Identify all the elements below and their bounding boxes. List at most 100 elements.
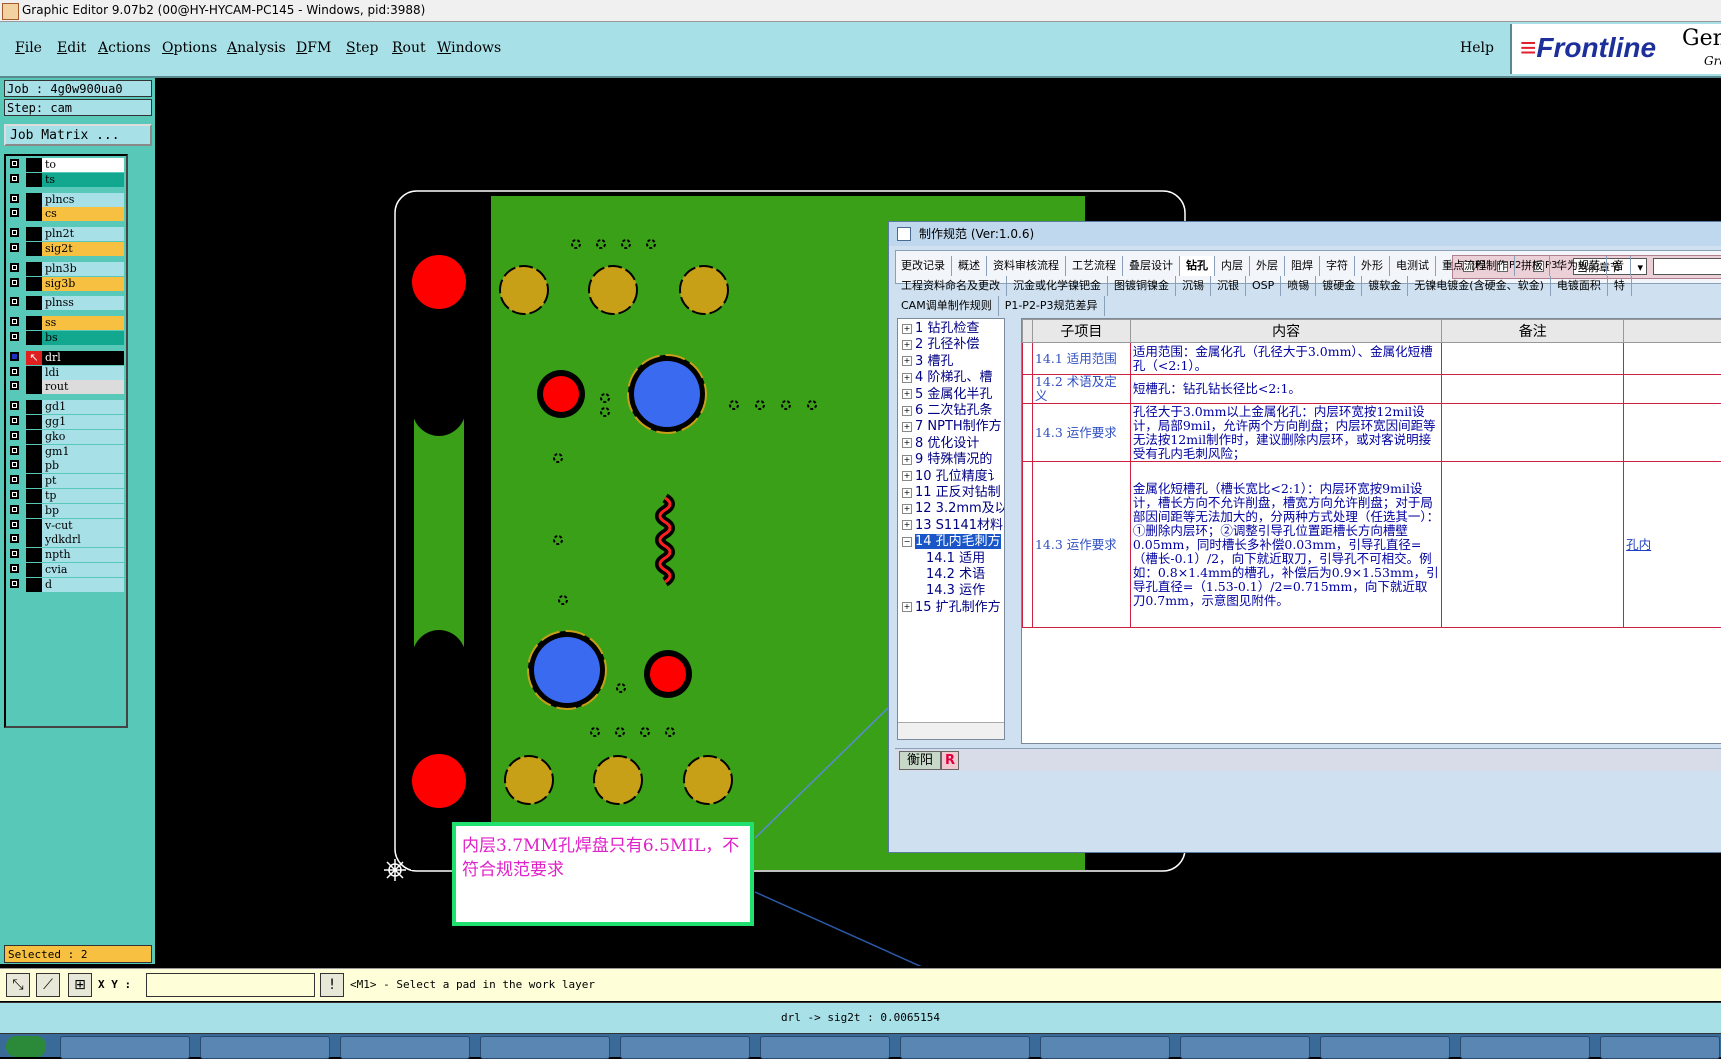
- tab-tabs_row1-1[interactable]: 概述: [952, 256, 987, 276]
- expand-icon[interactable]: +: [902, 340, 912, 350]
- menu-windows[interactable]: Windows: [437, 40, 501, 56]
- layer-row-sig3b[interactable]: sig3b: [8, 277, 126, 291]
- tab-tabs_row1-2[interactable]: 资料审核流程: [987, 256, 1066, 276]
- tree-node[interactable]: +2 孔径补偿: [902, 336, 979, 353]
- layer-row-bp[interactable]: bp: [8, 504, 126, 518]
- menu-help[interactable]: Help: [1460, 40, 1494, 56]
- layer-checkbox[interactable]: [10, 431, 19, 440]
- tree-node[interactable]: −14 孔内毛刺方: [902, 533, 1001, 550]
- layer-checkbox[interactable]: [10, 520, 19, 529]
- layer-checkbox[interactable]: [10, 278, 19, 287]
- menu-edit[interactable]: Edit: [57, 40, 86, 56]
- cell-attachment-link[interactable]: 孔内: [1624, 462, 1721, 628]
- layer-row-gm1[interactable]: gm1: [8, 445, 126, 459]
- expand-icon[interactable]: +: [902, 602, 912, 612]
- dialog-title-bar[interactable]: 制作规范 (Ver:1.0.6): [889, 222, 1721, 246]
- taskbar-item[interactable]: [1600, 1036, 1720, 1059]
- taskbar-item[interactable]: [200, 1036, 330, 1059]
- taskbar-item[interactable]: [480, 1036, 610, 1059]
- alert-icon[interactable]: !: [320, 973, 344, 997]
- layer-checkbox[interactable]: [10, 490, 19, 499]
- tab-tabs_row1-13[interactable]: 拼板: [1515, 256, 1550, 276]
- layer-checkbox[interactable]: [10, 564, 19, 573]
- tab-tabs_row2-5[interactable]: OSP: [1246, 276, 1281, 296]
- layer-checkbox[interactable]: [10, 228, 19, 237]
- layer-checkbox[interactable]: [10, 549, 19, 558]
- layer-row-npth[interactable]: npth: [8, 548, 126, 562]
- menu-actions[interactable]: Actions: [98, 40, 151, 56]
- cell-attachment-link[interactable]: [1624, 343, 1721, 375]
- tab-tabs_row2-2[interactable]: 图镀铜镍金: [1108, 276, 1176, 296]
- expand-icon[interactable]: +: [902, 504, 912, 514]
- layer-row-cs[interactable]: cs: [8, 207, 126, 221]
- tree-node[interactable]: 14.3 运作: [926, 582, 985, 599]
- tab-tabs_row2-4[interactable]: 沉银: [1211, 276, 1246, 296]
- taskbar-item[interactable]: [900, 1036, 1030, 1059]
- layer-checkbox[interactable]: [10, 460, 19, 469]
- tab-tabs_row1-10[interactable]: 外形: [1355, 256, 1390, 276]
- start-button[interactable]: [6, 1036, 46, 1057]
- tree-node[interactable]: +10 孔位精度讠: [902, 468, 1001, 485]
- tab-tabs_row2-1[interactable]: 沉金或化学镍钯金: [1007, 276, 1108, 296]
- xy-input[interactable]: [146, 973, 315, 997]
- layer-row-gg1[interactable]: gg1: [8, 415, 126, 429]
- layer-row-gd1[interactable]: gd1: [8, 400, 126, 414]
- menu-rout[interactable]: Rout: [392, 40, 426, 56]
- layer-checkbox[interactable]: [10, 332, 19, 341]
- taskbar-item[interactable]: [620, 1036, 750, 1059]
- r-button[interactable]: R: [941, 751, 959, 770]
- tab-tabs_row1-6[interactable]: 内层: [1215, 256, 1250, 276]
- tab-tabs_row1-15[interactable]: 音: [1607, 256, 1631, 276]
- large-hole-selected[interactable]: [634, 361, 700, 427]
- tab-tabs_row2-10[interactable]: 电镀面积: [1551, 276, 1608, 296]
- layer-row-cvia[interactable]: cvia: [8, 563, 126, 577]
- grid-tool-icon[interactable]: ⊞: [68, 973, 92, 997]
- tree-node[interactable]: +4 阶梯孔、槽: [902, 369, 992, 386]
- layer-checkbox[interactable]: [10, 208, 19, 217]
- tree-node[interactable]: +1 钻孔检查: [902, 320, 979, 337]
- layer-checkbox[interactable]: [10, 579, 19, 588]
- menu-file[interactable]: File: [15, 40, 42, 56]
- taskbar-item[interactable]: [760, 1036, 890, 1059]
- layer-row-ts[interactable]: ts: [8, 173, 126, 187]
- layer-checkbox[interactable]: [10, 297, 19, 306]
- layer-checkbox[interactable]: [10, 243, 19, 252]
- tab-tabs_row1-9[interactable]: 字符: [1320, 256, 1355, 276]
- layer-row-pt[interactable]: pt: [8, 474, 126, 488]
- expand-icon[interactable]: +: [902, 406, 912, 416]
- layer-row-to[interactable]: to: [8, 158, 126, 172]
- tab-tabs_row2-3[interactable]: 沉锡: [1176, 276, 1211, 296]
- tree-node[interactable]: +13 S1141材料: [902, 517, 1003, 534]
- tree-node[interactable]: +15 扩孔制作方: [902, 599, 1001, 616]
- job-matrix-button[interactable]: Job Matrix ...: [4, 124, 152, 146]
- layer-checkbox[interactable]: [10, 367, 19, 376]
- site-label[interactable]: 衡阳: [899, 751, 941, 770]
- tab-tabs_row2-9[interactable]: 无镍电镀金(含硬金、软金): [1408, 276, 1551, 296]
- large-hole-selected[interactable]: [534, 637, 600, 703]
- tab-tabs_row1-0[interactable]: 更改记录: [895, 256, 952, 276]
- expand-icon[interactable]: +: [902, 438, 912, 448]
- layer-checkbox[interactable]: [10, 401, 19, 410]
- menu-step[interactable]: Step: [346, 40, 378, 56]
- expand-icon[interactable]: +: [902, 356, 912, 366]
- tab-tabs_row1-4[interactable]: 叠层设计: [1123, 256, 1180, 276]
- expand-icon[interactable]: +: [902, 373, 912, 383]
- search-input[interactable]: [1653, 258, 1721, 275]
- layer-row-ldi[interactable]: ldi: [8, 366, 126, 380]
- menu-dfm[interactable]: DFM: [296, 40, 331, 56]
- tree-scrollbar[interactable]: [898, 722, 1004, 739]
- tree-node[interactable]: +5 金属化半孔: [902, 386, 992, 403]
- layer-checkbox[interactable]: [10, 381, 19, 390]
- expand-icon[interactable]: +: [902, 471, 912, 481]
- layer-row-pb[interactable]: pb: [8, 459, 126, 473]
- table-row[interactable]: 14.1 适用范围适用范围：金属化孔（孔径大于3.0mm）、金属化短槽孔（<2:…: [1023, 343, 1721, 375]
- tab-tabs_row1-7[interactable]: 外层: [1250, 256, 1285, 276]
- tree-node[interactable]: 14.1 适用: [926, 550, 985, 567]
- zoom-tool-icon[interactable]: ⤡: [6, 973, 30, 997]
- layer-row-pln3b[interactable]: pln3b: [8, 262, 126, 276]
- layer-row-gko[interactable]: gko: [8, 430, 126, 444]
- expand-icon[interactable]: +: [902, 455, 912, 465]
- layer-checkbox[interactable]: [10, 352, 19, 361]
- table-row[interactable]: 14.3 运作要求金属化短槽孔（槽长宽比<2:1）：内层环宽按9mil设计，槽长…: [1023, 462, 1721, 628]
- collapse-icon[interactable]: −: [902, 537, 912, 547]
